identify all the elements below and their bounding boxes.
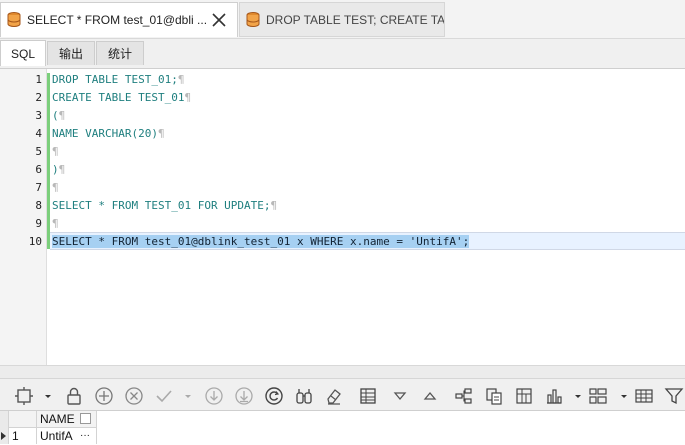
dropdown-arrow-icon[interactable] [614, 386, 627, 406]
excel-icon[interactable] [514, 386, 534, 406]
pilcrow-mark: ¶ [52, 181, 59, 194]
sql-editor[interactable]: 1 2 3 4 5 6 7 8 9 10 DROP TABLE TEST_01;… [0, 68, 685, 366]
code-text: ( [52, 109, 59, 122]
close-icon[interactable] [211, 12, 227, 28]
clear-icon[interactable] [324, 386, 344, 406]
layout-icon[interactable] [588, 386, 608, 406]
code-line[interactable]: ¶ [52, 143, 59, 161]
result-grid-toolbar [0, 378, 685, 413]
horizontal-scrollbar[interactable] [0, 365, 685, 378]
line-number: 10 [28, 235, 42, 248]
line-number: 8 [35, 199, 42, 212]
tab-sql[interactable]: SQL [0, 40, 46, 66]
code-line[interactable]: ¶ [52, 179, 59, 197]
pilcrow-mark: ¶ [58, 163, 66, 176]
sort-asc-icon[interactable] [420, 386, 440, 406]
result-grid[interactable]: NAME 1 UntifA ··· [0, 410, 685, 445]
line-number: 9 [35, 217, 42, 230]
pilcrow-mark: ¶ [52, 145, 59, 158]
code-text: CREATE TABLE TEST_01 [52, 91, 185, 104]
code-text: NAME VARCHAR(20) [52, 127, 158, 140]
code-text: ) [52, 163, 59, 176]
table-view-icon[interactable] [358, 386, 378, 406]
tab-label: DROP TABLE TEST; CREATE TA ... [266, 12, 444, 27]
code-line[interactable]: CREATE TABLE TEST_01¶ [52, 89, 191, 107]
grid-options-icon[interactable] [14, 386, 34, 406]
code-line[interactable]: NAME VARCHAR(20)¶ [52, 125, 165, 143]
post-record-icon[interactable] [154, 386, 174, 406]
line-number: 6 [35, 163, 42, 176]
sort-desc-icon[interactable] [390, 386, 410, 406]
code-text: DROP TABLE TEST_01; [52, 73, 178, 86]
add-record-icon[interactable] [94, 386, 114, 406]
pilcrow-mark: ¶ [177, 73, 185, 86]
delete-record-icon[interactable] [124, 386, 144, 406]
tab-output[interactable]: 输出 [47, 41, 95, 65]
find-icon[interactable] [294, 386, 314, 406]
line-number: 2 [35, 91, 42, 104]
chart-icon[interactable] [544, 386, 564, 406]
column-divider [96, 411, 97, 444]
column-filter-box[interactable] [80, 413, 91, 424]
filter-icon[interactable] [664, 386, 684, 406]
tab-select-query[interactable]: SELECT * FROM test_01@dbli ... [0, 2, 238, 37]
row-pointer-icon [1, 432, 6, 440]
grid-icon[interactable] [634, 386, 654, 406]
selected-code-text: SELECT * FROM test_01@dblink_test_01 x W… [52, 235, 470, 248]
fetch-next-icon[interactable] [204, 386, 224, 406]
code-line[interactable]: ¶ [52, 215, 59, 233]
dropdown-arrow-icon[interactable] [38, 386, 51, 406]
line-number: 4 [35, 127, 42, 140]
refresh-icon[interactable] [264, 386, 284, 406]
cell-name[interactable]: UntifA [40, 428, 73, 444]
code-text: SELECT * FROM TEST_01 FOR UPDATE; [52, 199, 271, 212]
pilcrow-mark: ¶ [52, 217, 59, 230]
pilcrow-mark: ¶ [184, 91, 192, 104]
export-icon[interactable] [484, 386, 504, 406]
column-header-name[interactable]: NAME [40, 411, 75, 427]
code-line[interactable]: SELECT * FROM TEST_01 FOR UPDATE;¶ [52, 197, 277, 215]
tab-label: SELECT * FROM test_01@dbli ... [27, 13, 208, 27]
code-line[interactable]: )¶ [52, 161, 65, 179]
tab-drop-table[interactable]: DROP TABLE TEST; CREATE TA ... [239, 2, 445, 37]
column-divider [36, 411, 37, 444]
tab-statistics[interactable]: 统计 [96, 41, 144, 65]
database-script-icon [246, 11, 260, 27]
code-line[interactable]: DROP TABLE TEST_01;¶ [52, 71, 184, 89]
document-tab-bar: SELECT * FROM test_01@dbli ... DROP TABL… [0, 0, 685, 39]
pilcrow-mark: ¶ [270, 199, 278, 212]
code-line[interactable]: (¶ [52, 107, 65, 125]
cell-ellipsis-button[interactable]: ··· [80, 428, 90, 444]
line-number: 1 [35, 73, 42, 86]
fetch-all-icon[interactable] [234, 386, 254, 406]
lock-icon[interactable] [64, 386, 84, 406]
database-script-icon [7, 12, 21, 27]
row-number: 1 [12, 429, 19, 443]
line-number: 3 [35, 109, 42, 122]
line-number: 5 [35, 145, 42, 158]
editor-sub-tab-bar: SQL 输出 统计 [0, 40, 685, 66]
change-indicator-bar [47, 73, 50, 249]
pilcrow-mark: ¶ [58, 109, 66, 122]
dropdown-arrow-icon[interactable] [178, 386, 191, 406]
tree-icon[interactable] [454, 386, 474, 406]
pilcrow-mark: ¶ [157, 127, 165, 140]
dropdown-arrow-icon[interactable] [568, 386, 581, 406]
line-number: 7 [35, 181, 42, 194]
code-line-selected[interactable]: SELECT * FROM test_01@dblink_test_01 x W… [52, 233, 470, 251]
